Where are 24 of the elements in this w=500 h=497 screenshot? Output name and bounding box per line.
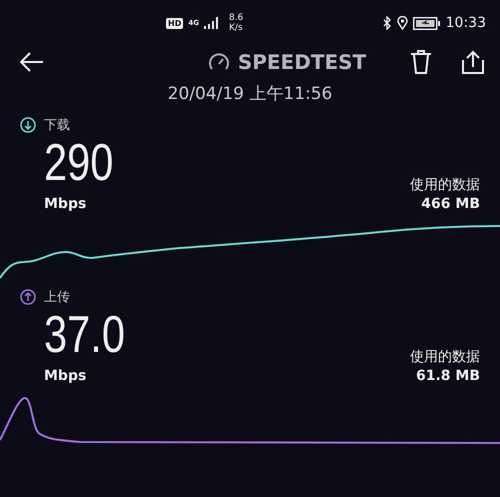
speed-unit: K/s xyxy=(228,23,244,33)
trash-icon[interactable] xyxy=(410,50,432,74)
battery-icon xyxy=(412,16,441,30)
location-icon xyxy=(396,16,408,30)
data-used-label: 使用的数据 xyxy=(410,348,480,366)
speedometer-icon xyxy=(208,53,230,71)
speed-value: 290 xyxy=(44,134,114,192)
app-title: SPEEDTEST xyxy=(238,50,366,74)
bluetooth-icon xyxy=(382,16,392,30)
data-used-value: 61.8 MB xyxy=(414,368,480,384)
hd-badge: HD xyxy=(166,18,184,28)
test-date: 20/04/19 上午11:56 xyxy=(166,83,334,106)
speed-unit: Mbps xyxy=(44,196,88,212)
data-used-value: 466 MB xyxy=(420,196,480,212)
network-speed: 8.6 xyxy=(228,13,244,23)
speed-unit: Mbps xyxy=(44,368,88,384)
result-label: 上传 xyxy=(44,289,70,306)
data-used-label: 使用的数据 xyxy=(410,176,480,194)
back-icon[interactable] xyxy=(20,52,44,72)
speed-value: 37.0 xyxy=(44,306,125,364)
signal-icon xyxy=(204,17,220,29)
result-label: 下载 xyxy=(44,117,70,134)
clock: 10:33 xyxy=(446,15,486,31)
share-icon[interactable] xyxy=(462,50,484,74)
